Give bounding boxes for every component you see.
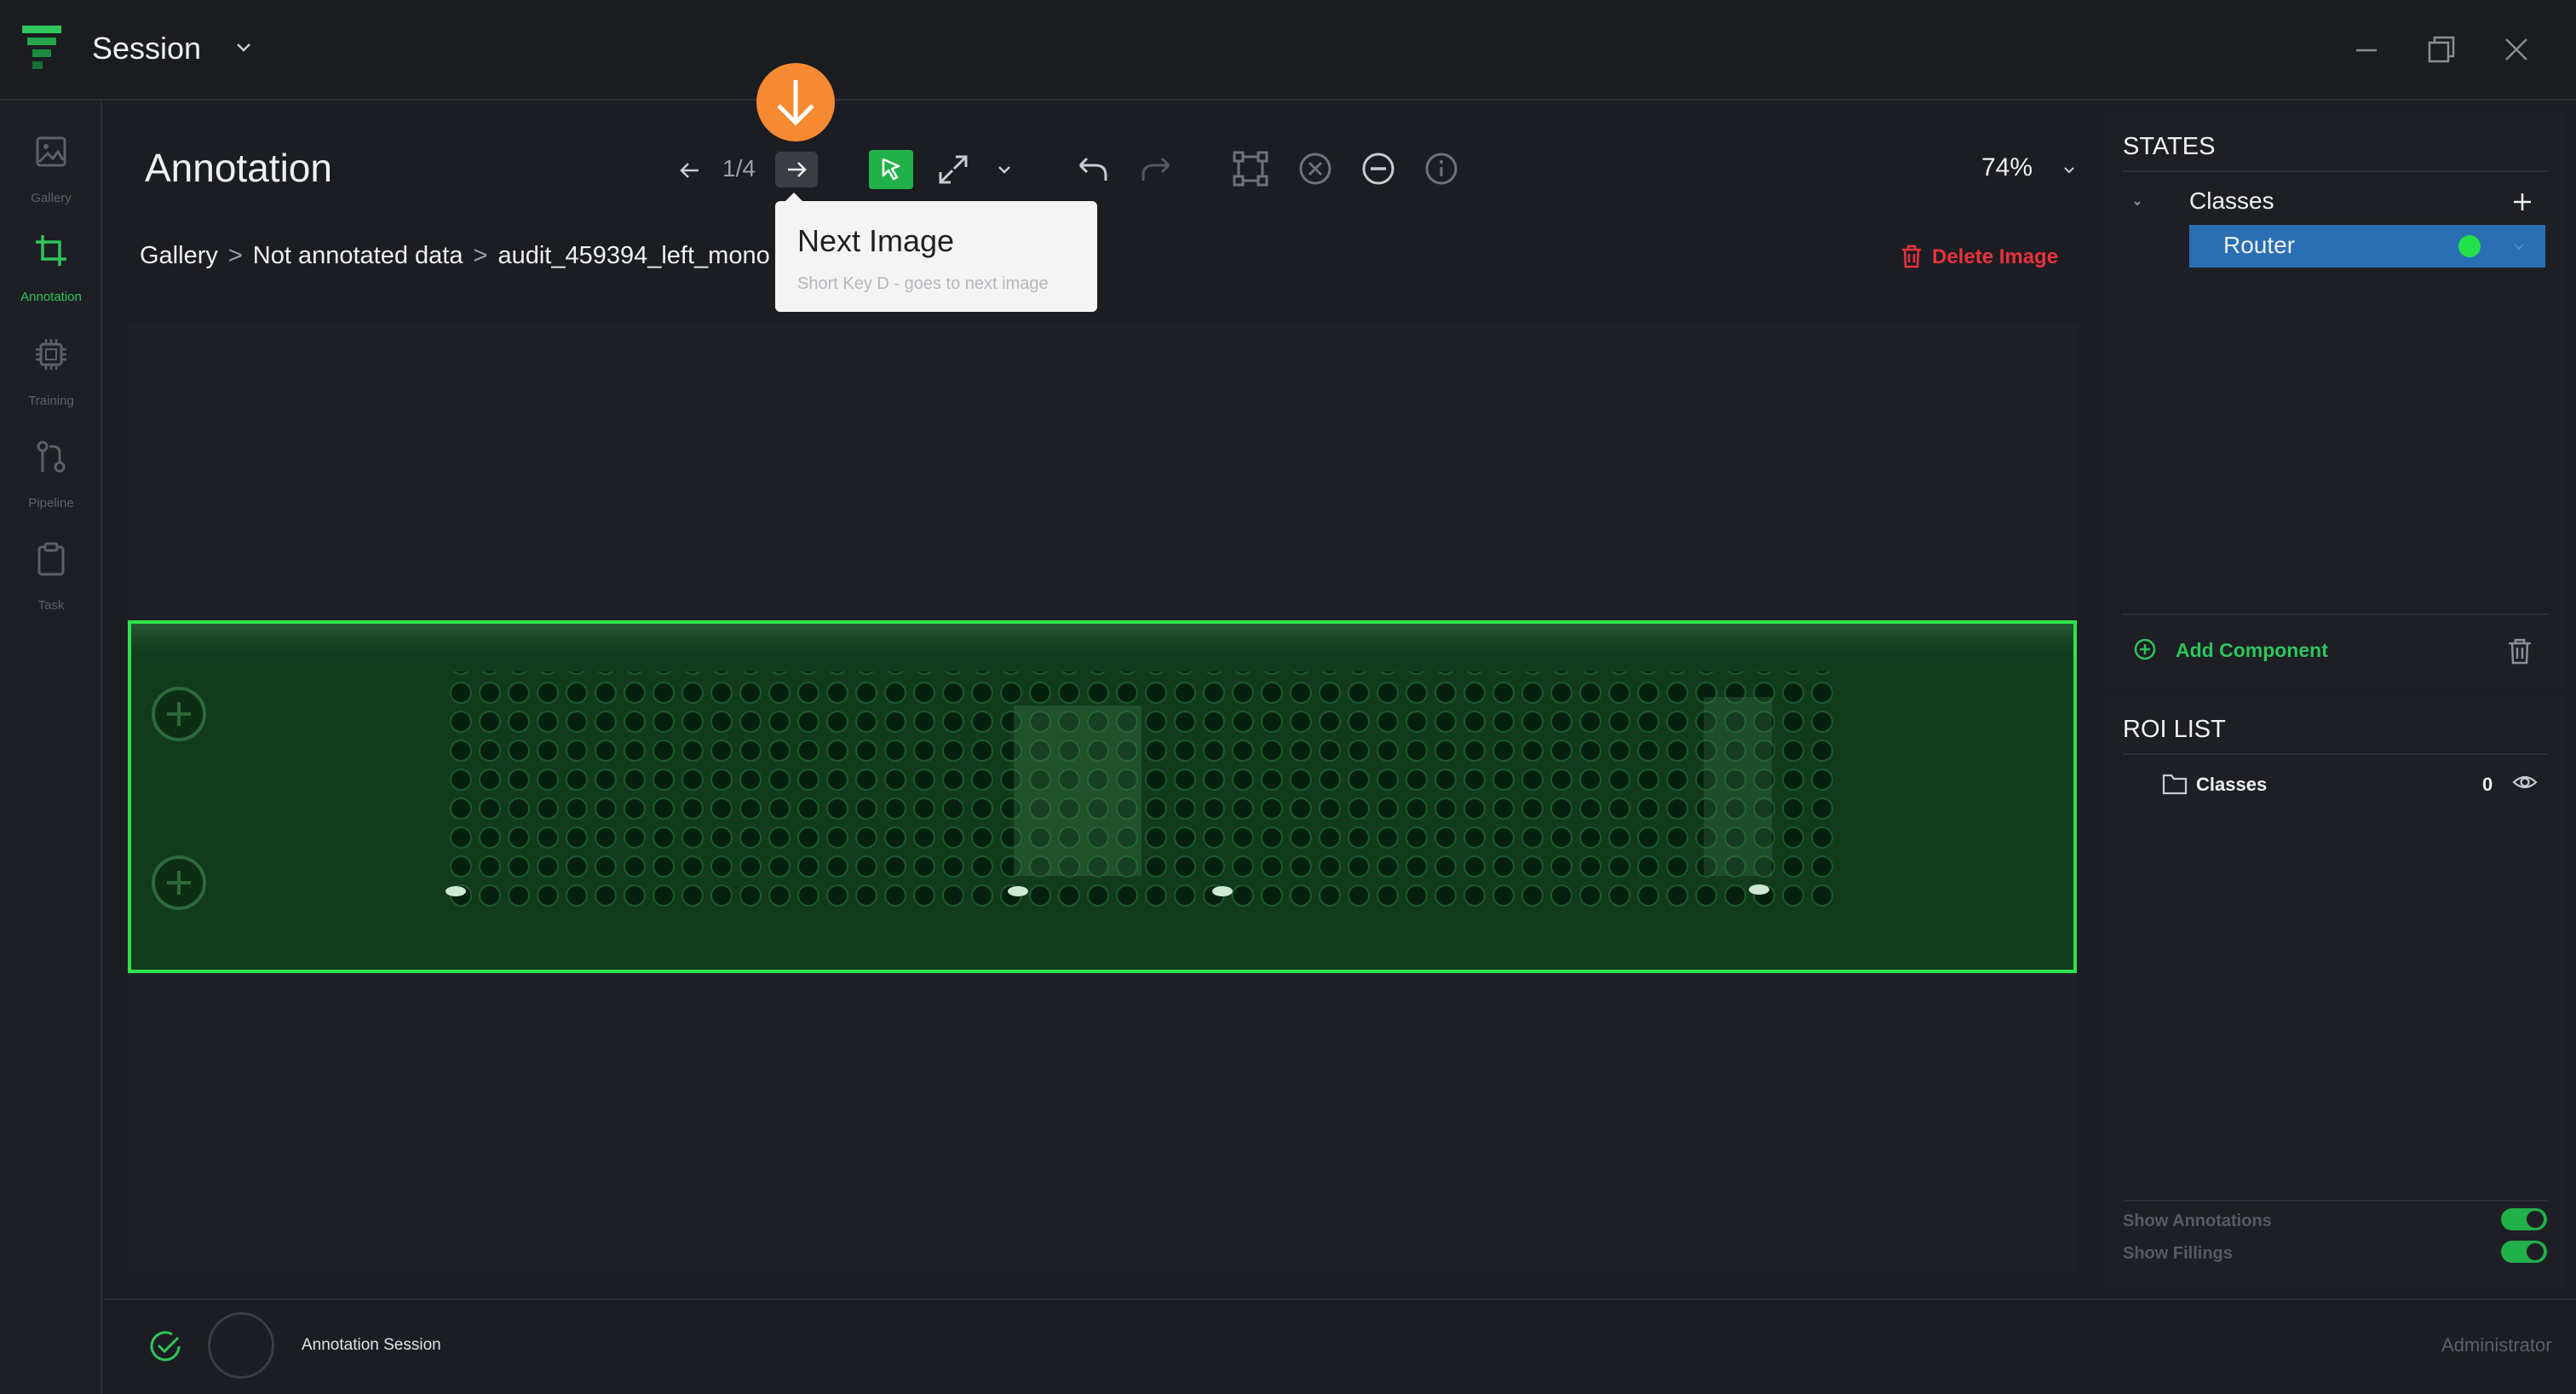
sidebar-item-annotation[interactable]: Annotation: [0, 227, 102, 312]
bounding-box-icon: [1233, 151, 1268, 187]
tooltip: Next Image Short Key D - goes to next im…: [775, 201, 1097, 312]
roi-item-label[interactable]: Classes: [2196, 774, 2267, 796]
states-panel: STATES Classes Router Add Component: [2104, 114, 2564, 687]
session-title[interactable]: Session: [92, 31, 201, 66]
plus-icon: [2514, 193, 2531, 210]
user-role: Administrator: [2441, 1334, 2552, 1356]
states-title: STATES: [2123, 133, 2216, 160]
arrow-down-icon: [777, 80, 814, 126]
divider: [2123, 1200, 2549, 1201]
clear-annotations-button[interactable]: [1295, 148, 1336, 189]
sidebar-item-task[interactable]: Task: [0, 535, 102, 620]
sidebar-item-label: Task: [37, 598, 65, 613]
redo-button[interactable]: [1136, 152, 1177, 189]
add-component-label: Add Component: [2176, 639, 2328, 661]
select-tool-button[interactable]: [869, 150, 913, 189]
delete-image-label: Delete Image: [1932, 245, 2059, 268]
roi-list-panel: ROI LIST Classes 0 Show Annotations Show…: [2104, 697, 2564, 1288]
sidebar-item-label: Pipeline: [28, 496, 74, 510]
page-counter: 1/4: [722, 155, 756, 181]
class-color-swatch[interactable]: [2458, 235, 2481, 257]
breadcrumb-item-gallery[interactable]: Gallery: [140, 242, 218, 269]
undo-button[interactable]: [1072, 152, 1113, 189]
cursor-icon: [882, 158, 900, 181]
minimize-icon[interactable]: [2348, 31, 2385, 68]
show-annotations-label: Show Annotations: [2123, 1212, 2272, 1230]
status-text: Annotation Session: [302, 1336, 441, 1354]
annotation-bounding-box[interactable]: [128, 620, 2077, 973]
tooltip-title: Next Image: [797, 223, 955, 258]
breadcrumb-item-dataset[interactable]: Not annotated data: [253, 242, 463, 269]
chevron-down-icon[interactable]: [2510, 237, 2528, 256]
previous-image-button[interactable]: [675, 155, 705, 186]
sidebar-item-label: Gallery: [31, 191, 72, 205]
chevron-down-icon[interactable]: [993, 158, 1015, 181]
class-item-router[interactable]: Router: [2189, 225, 2545, 268]
roi-list-title: ROI LIST: [2123, 716, 2226, 743]
circle-x-icon: [1299, 153, 1331, 185]
git-pull-request-icon: [37, 441, 66, 473]
tooltip-description: Short Key D - goes to next image: [797, 274, 1049, 293]
tooltip-marker: [756, 63, 835, 141]
sidebar-item-label: Training: [28, 394, 74, 408]
redo-icon: [1141, 157, 1170, 181]
sidebar-item-label: Annotation: [20, 290, 82, 304]
check-circle-icon: [147, 1328, 184, 1365]
breadcrumb-separator: >: [473, 242, 488, 269]
left-sidebar: Gallery Annotation Training Pipeline Tas…: [0, 102, 102, 1394]
trash-icon: [2509, 638, 2531, 665]
chip-icon: [36, 339, 66, 370]
status-bar: [104, 1299, 2576, 1394]
zoom-level[interactable]: 74%: [1981, 153, 2033, 182]
image-icon: [36, 136, 66, 167]
sidebar-item-training[interactable]: Training: [0, 331, 102, 416]
clipboard-icon: [37, 542, 65, 576]
chevron-down-icon[interactable]: [233, 37, 254, 58]
chevron-down-icon[interactable]: [2060, 160, 2079, 179]
arrow-right-icon: [788, 162, 807, 177]
add-class-button[interactable]: [2510, 189, 2535, 215]
annotation-canvas[interactable]: [128, 325, 2077, 1271]
app-logo-icon: [22, 24, 66, 73]
divider: [2123, 613, 2549, 615]
plus-circle-icon: [2134, 638, 2156, 660]
circle-minus-icon: [1362, 153, 1394, 185]
progress-ring: [208, 1312, 274, 1379]
show-annotations-toggle[interactable]: [2501, 1208, 2547, 1230]
expand-icon: [939, 155, 968, 184]
arrow-left-icon: [680, 163, 699, 178]
restore-icon[interactable]: [2423, 31, 2460, 68]
roi-item-count: 0: [2482, 774, 2493, 795]
trash-icon: [1902, 245, 1921, 268]
sidebar-item-gallery[interactable]: Gallery: [0, 128, 102, 213]
class-item-label: Router: [2223, 232, 2296, 258]
remove-button[interactable]: [1358, 148, 1399, 189]
eye-icon[interactable]: [2511, 770, 2539, 794]
show-fillings-label: Show Fillings: [2123, 1244, 2233, 1263]
title-bar: [0, 0, 2576, 101]
divider: [2123, 753, 2549, 755]
undo-icon: [1078, 157, 1107, 181]
info-button[interactable]: [1421, 148, 1462, 189]
next-image-button[interactable]: [775, 152, 818, 187]
breadcrumb-item-image: audit_459394_left_mono: [497, 242, 770, 269]
breadcrumb: Gallery > Not annotated data > audit_459394_…: [140, 242, 779, 270]
info-icon: [1425, 153, 1458, 185]
crop-icon: [36, 235, 66, 266]
chevron-down-icon[interactable]: [2128, 193, 2147, 211]
show-fillings-toggle[interactable]: [2501, 1241, 2547, 1263]
close-icon[interactable]: [2498, 31, 2535, 68]
delete-component-button[interactable]: [2504, 636, 2535, 666]
classes-group-label[interactable]: Classes: [2189, 187, 2274, 215]
folder-icon: [2162, 772, 2188, 796]
bounding-box-tool-button[interactable]: [1230, 148, 1271, 189]
divider: [2123, 170, 2549, 172]
page-title: Annotation: [145, 146, 332, 190]
fit-screen-button[interactable]: [934, 150, 973, 189]
breadcrumb-separator: >: [227, 242, 243, 269]
sidebar-item-pipeline[interactable]: Pipeline: [0, 433, 102, 518]
